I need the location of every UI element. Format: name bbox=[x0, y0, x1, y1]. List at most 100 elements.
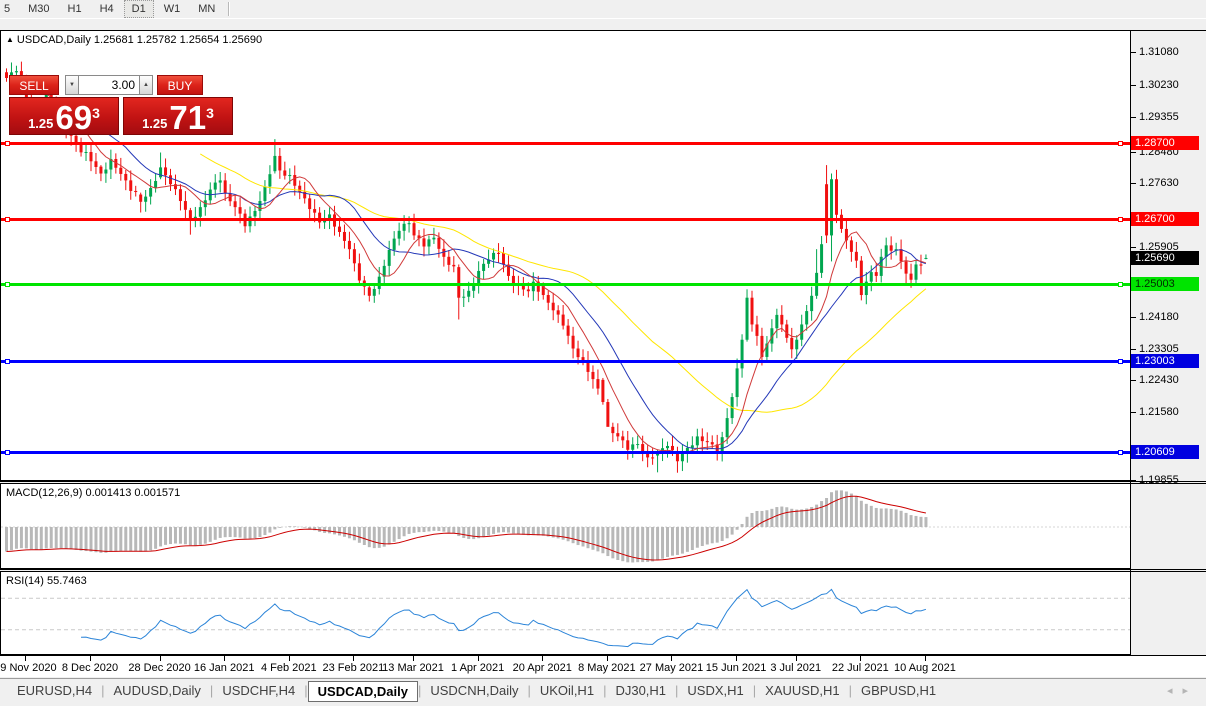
price-tick bbox=[1131, 152, 1136, 153]
chart-tab-xauusd-h1[interactable]: XAUUSD,H1 bbox=[756, 681, 848, 700]
date-tick bbox=[796, 656, 797, 661]
chart-tab-usdcad-daily[interactable]: USDCAD,Daily bbox=[308, 681, 418, 702]
rsi-indicator-panel[interactable]: RSI(14) 55.7463 bbox=[0, 571, 1131, 655]
panel-border-line bbox=[0, 30, 1206, 31]
date-tick-label: 19 Nov 2020 bbox=[0, 662, 57, 674]
horizontal-level-line-1.20609[interactable] bbox=[1, 451, 1130, 454]
chart-tab-dj30-h1[interactable]: DJ30,H1 bbox=[606, 681, 675, 700]
date-tick-label: 27 May 2021 bbox=[640, 662, 704, 674]
buy-button[interactable]: BUY bbox=[157, 75, 203, 95]
date-tick bbox=[925, 656, 926, 661]
date-tick bbox=[224, 656, 225, 661]
price-tick bbox=[1131, 412, 1136, 413]
horizontal-level-line-1.23003[interactable] bbox=[1, 360, 1130, 363]
date-tick-label: 13 Mar 2021 bbox=[382, 662, 444, 674]
line-handle[interactable] bbox=[1118, 359, 1123, 364]
chart-tab-usdcnh-daily[interactable]: USDCNH,Daily bbox=[421, 681, 527, 700]
horizontal-level-line-1.267[interactable] bbox=[1, 218, 1130, 221]
timeframe-button-5[interactable]: 5 bbox=[0, 0, 18, 18]
sell-price-box[interactable]: 1.25 69 3 bbox=[9, 97, 119, 135]
volume-decrease-button[interactable]: ▼ bbox=[65, 75, 79, 95]
line-handle[interactable] bbox=[1118, 450, 1123, 455]
sell-price-pip: 3 bbox=[92, 98, 100, 128]
panel-border-line bbox=[0, 483, 1206, 484]
date-tick-label: 16 Jan 2021 bbox=[194, 662, 255, 674]
date-tick-label: 23 Feb 2021 bbox=[323, 662, 385, 674]
date-tick-label: 15 Jun 2021 bbox=[706, 662, 767, 674]
buy-price-pip: 3 bbox=[206, 98, 214, 128]
tab-scroll-left-icon[interactable]: ◂ bbox=[1167, 685, 1183, 697]
date-tick bbox=[860, 656, 861, 661]
chart-tab-usdx-h1[interactable]: USDX,H1 bbox=[678, 681, 752, 700]
volume-input[interactable]: 3.00 bbox=[79, 75, 139, 95]
date-axis: 19 Nov 20208 Dec 202028 Dec 202016 Jan 2… bbox=[0, 656, 1206, 677]
volume-increase-button[interactable]: ▲ bbox=[139, 75, 153, 95]
timeframe-button-m30[interactable]: M30 bbox=[20, 0, 57, 18]
horizontal-level-line-1.287[interactable] bbox=[1, 142, 1130, 145]
chart-tab-audusd-daily[interactable]: AUDUSD,Daily bbox=[105, 681, 210, 700]
price-tick bbox=[1131, 380, 1136, 381]
date-tick-label: 3 Jul 2021 bbox=[770, 662, 821, 674]
timeframe-button-d1[interactable]: D1 bbox=[124, 0, 154, 18]
chart-tab-ukoil-h1[interactable]: UKOil,H1 bbox=[531, 681, 603, 700]
line-handle[interactable] bbox=[5, 217, 10, 222]
line-handle[interactable] bbox=[5, 359, 10, 364]
timeframe-button-h4[interactable]: H4 bbox=[92, 0, 122, 18]
date-tick-label: 22 Jul 2021 bbox=[832, 662, 889, 674]
panel-border-line bbox=[0, 481, 1206, 482]
price-tick-label: 1.22430 bbox=[1139, 374, 1179, 386]
price-level-label: 1.28700 bbox=[1131, 136, 1199, 150]
collapse-triangle-icon[interactable]: ▲ bbox=[6, 35, 14, 44]
date-tick bbox=[542, 656, 543, 661]
sell-price-prefix: 1.25 bbox=[28, 116, 53, 131]
line-handle[interactable] bbox=[5, 141, 10, 146]
date-tick bbox=[353, 656, 354, 661]
line-handle[interactable] bbox=[1118, 141, 1123, 146]
price-axis-line bbox=[1130, 30, 1131, 656]
price-chart-panel[interactable]: ▲USDCAD,Daily 1.25681 1.25782 1.25654 1.… bbox=[0, 30, 1131, 481]
date-tick-label: 28 Dec 2020 bbox=[128, 662, 190, 674]
date-tick bbox=[671, 656, 672, 661]
timeframe-button-h1[interactable]: H1 bbox=[60, 0, 90, 18]
buy-price-box[interactable]: 1.25 71 3 bbox=[123, 97, 233, 135]
chart-title-text: USDCAD,Daily 1.25681 1.25782 1.25654 1.2… bbox=[17, 34, 262, 46]
panel-border-line bbox=[0, 571, 1206, 572]
date-tick bbox=[413, 656, 414, 661]
horizontal-level-line-1.25003[interactable] bbox=[1, 283, 1130, 286]
price-level-label: 1.25003 bbox=[1131, 277, 1199, 291]
sell-button[interactable]: SELL bbox=[9, 75, 59, 95]
date-tick-label: 1 Apr 2021 bbox=[451, 662, 504, 674]
date-tick bbox=[160, 656, 161, 661]
price-tick bbox=[1131, 117, 1136, 118]
line-handle[interactable] bbox=[1118, 282, 1123, 287]
line-handle[interactable] bbox=[1118, 217, 1123, 222]
price-tick-label: 1.19855 bbox=[1139, 474, 1179, 486]
chart-tab-gbpusd-h1[interactable]: GBPUSD,H1 bbox=[852, 681, 945, 700]
date-tick bbox=[25, 656, 26, 661]
price-level-label: 1.23003 bbox=[1131, 354, 1199, 368]
date-tick-label: 10 Aug 2021 bbox=[894, 662, 956, 674]
rsi-chart-canvas[interactable] bbox=[1, 572, 1130, 654]
chart-tab-eurusd-h4[interactable]: EURUSD,H4 bbox=[8, 681, 101, 700]
price-tick bbox=[1131, 247, 1136, 248]
line-handle[interactable] bbox=[5, 450, 10, 455]
one-click-trading-widget: SELL ▼ 3.00 ▲ BUY 1.25 69 3 1.25 71 3 bbox=[9, 75, 233, 135]
chart-title: ▲USDCAD,Daily 1.25681 1.25782 1.25654 1.… bbox=[6, 34, 262, 46]
tab-scroll-right-icon[interactable]: ▸ bbox=[1182, 685, 1198, 697]
timeframe-button-w1[interactable]: W1 bbox=[156, 0, 189, 18]
price-tick bbox=[1131, 349, 1136, 350]
macd-indicator-panel[interactable]: MACD(12,26,9) 0.001413 0.001571 bbox=[0, 483, 1131, 569]
timeframe-button-mn[interactable]: MN bbox=[190, 0, 223, 18]
panel-border-line bbox=[0, 655, 1206, 656]
date-tick bbox=[736, 656, 737, 661]
line-handle[interactable] bbox=[5, 282, 10, 287]
buy-price-main: 71 bbox=[169, 105, 206, 131]
date-tick-label: 20 Apr 2021 bbox=[513, 662, 572, 674]
sell-price-main: 69 bbox=[55, 105, 92, 131]
tab-scroll-arrows[interactable]: ◂▸ bbox=[1167, 684, 1198, 697]
chart-tab-usdchf-h4[interactable]: USDCHF,H4 bbox=[213, 681, 304, 700]
chart-tab-bar: EURUSD,H4|AUDUSD,Daily|USDCHF,H4|USDCAD,… bbox=[0, 678, 1206, 706]
price-level-label: 1.26700 bbox=[1131, 212, 1199, 226]
panel-border-line bbox=[0, 569, 1206, 570]
date-tick bbox=[90, 656, 91, 661]
